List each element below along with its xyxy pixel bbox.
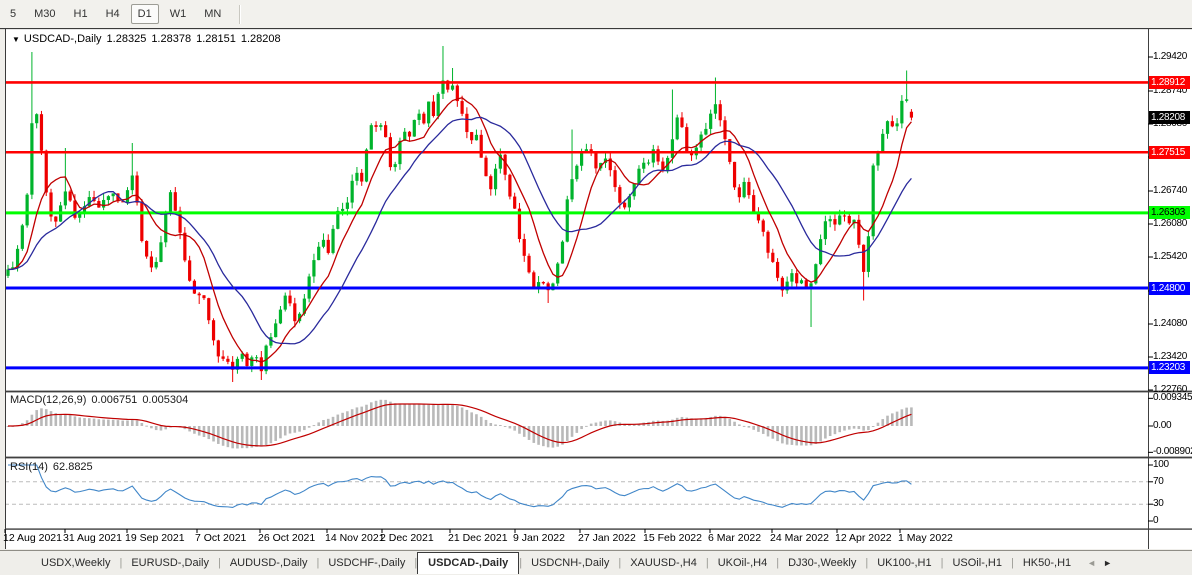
timeframe-m30[interactable]: M30 <box>27 4 62 24</box>
timeframe-d1[interactable]: D1 <box>131 4 159 24</box>
tab-audusd-daily[interactable]: AUDUSD-,Daily <box>221 553 317 573</box>
tabs-scroll-left-icon[interactable]: ◄ <box>1087 558 1096 568</box>
timeframe-h4[interactable]: H4 <box>99 4 127 24</box>
timeframe-5[interactable]: 5 <box>3 4 23 24</box>
tab-dj30-weekly[interactable]: DJ30-,Weekly <box>779 553 865 573</box>
chart-canvas[interactable] <box>0 0 1192 575</box>
tab-eurusd-daily[interactable]: EURUSD-,Daily <box>122 553 218 573</box>
toolbar-separator <box>239 5 241 24</box>
tab-xauusd-h4[interactable]: XAUUSD-,H4 <box>621 553 706 573</box>
tab-ukoil-h4[interactable]: UKOil-,H4 <box>709 553 777 573</box>
tab-usdx-weekly[interactable]: USDX,Weekly <box>32 553 119 573</box>
timeframe-h1[interactable]: H1 <box>67 4 95 24</box>
tab-usdcad-daily[interactable]: USDCAD-,Daily <box>417 552 519 574</box>
timeframe-mn[interactable]: MN <box>197 4 228 24</box>
tab-usdchf-daily[interactable]: USDCHF-,Daily <box>319 553 414 573</box>
timeframe-toolbar: 5M30H1H4D1W1MN <box>0 0 1192 28</box>
tabs-scroll-right-icon[interactable]: ► <box>1103 558 1112 568</box>
chart-tabs-bar: USDX,Weekly|EURUSD-,Daily|AUDUSD-,Daily|… <box>0 550 1192 575</box>
tab-hk50-h1[interactable]: HK50-,H1 <box>1014 553 1080 573</box>
tab-uk100-h1[interactable]: UK100-,H1 <box>868 553 940 573</box>
timeframe-w1[interactable]: W1 <box>163 4 194 24</box>
tab-usdcnh-daily[interactable]: USDCNH-,Daily <box>522 553 618 573</box>
tab-usoil-h1[interactable]: USOil-,H1 <box>943 553 1011 573</box>
